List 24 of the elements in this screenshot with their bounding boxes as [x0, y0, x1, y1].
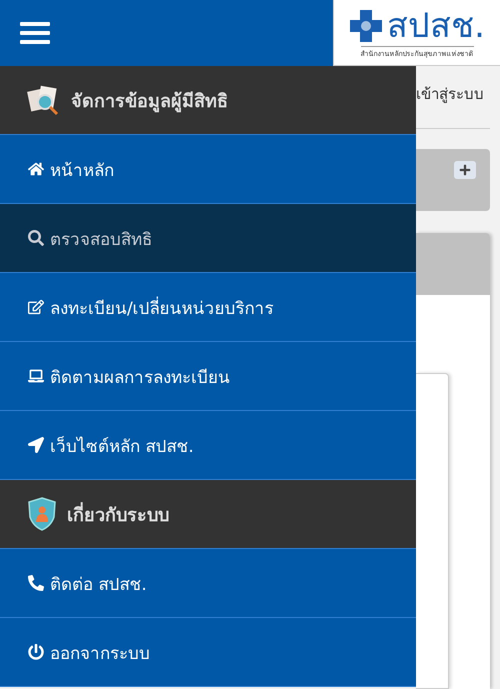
menu-item[interactable]: เว็บไซต์หลัก สปสช.: [0, 411, 416, 480]
section-title: เกี่ยวกับระบบ: [67, 500, 169, 528]
section-title: จัดการข้อมูลผู้มีสิทธิ: [71, 90, 228, 114]
plus-icon: [459, 164, 471, 176]
power-icon: [28, 644, 44, 660]
laptop-icon: [28, 368, 44, 384]
menu-item[interactable]: ออกจากระบบ: [0, 618, 416, 687]
edit-icon: [28, 299, 44, 315]
search-icon: [28, 230, 44, 246]
login-link[interactable]: เข้าสู่ระบบ: [416, 66, 490, 128]
logo-title: สปสช.: [387, 6, 485, 46]
menu-item[interactable]: หน้าหลัก: [0, 135, 416, 204]
menu-item[interactable]: ตรวจสอบสิทธิ: [0, 204, 416, 273]
shield-person-icon: [27, 497, 57, 531]
documents-magnifier-icon: [27, 84, 61, 116]
menu-icon: [20, 21, 50, 45]
menu-item[interactable]: ติดต่อ สปสช.: [0, 549, 416, 618]
add-button[interactable]: [454, 161, 476, 179]
cross-logo-icon: [349, 9, 384, 43]
home-icon: [28, 161, 44, 177]
navigation-arrow-icon: [28, 437, 44, 453]
menu-item[interactable]: ลงทะเบียน/เปลี่ยนหน่วยบริการ: [0, 273, 416, 342]
menu-item[interactable]: ติดตามผลการลงทะเบียน: [0, 342, 416, 411]
phone-icon: [28, 575, 44, 591]
